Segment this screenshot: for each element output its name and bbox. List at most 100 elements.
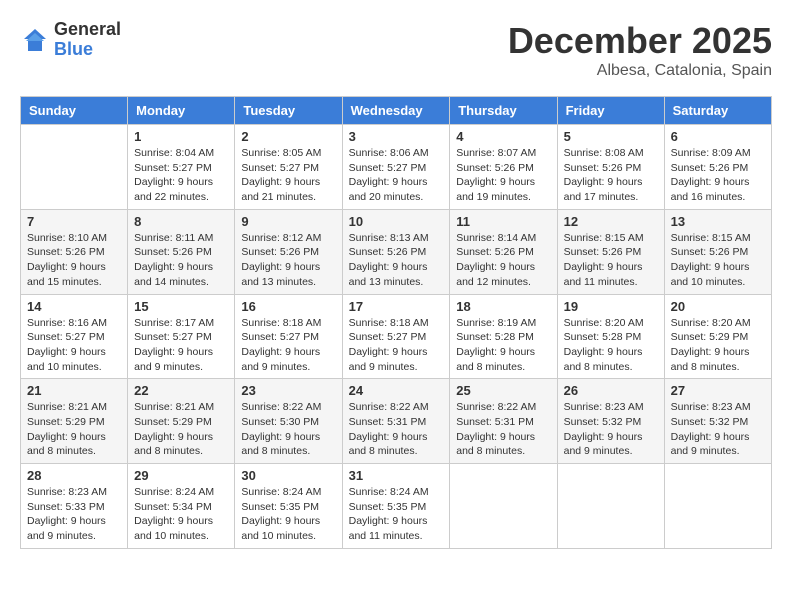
calendar-cell: 3 Sunrise: 8:06 AM Sunset: 5:27 PM Daylig… <box>342 125 450 210</box>
day-number: 11 <box>456 214 550 229</box>
day-number: 17 <box>349 299 444 314</box>
logo-blue-label: Blue <box>54 40 121 60</box>
calendar-cell: 8Sunrise: 8:11 AM Sunset: 5:26 PM Daylig… <box>128 209 235 294</box>
day-info: Sunrise: 8:09 AM Sunset: 5:26 PM Dayligh… <box>671 146 765 205</box>
day-number: 15 <box>134 299 228 314</box>
day-info: Sunrise: 8:22 AM Sunset: 5:31 PM Dayligh… <box>349 400 444 459</box>
day-number: 27 <box>671 383 765 398</box>
day-number: 18 <box>456 299 550 314</box>
calendar-cell: 1Sunrise: 8:04 AM Sunset: 5:27 PM Daylig… <box>128 125 235 210</box>
day-info: Sunrise: 8:15 AM Sunset: 5:26 PM Dayligh… <box>564 231 658 290</box>
weekday-header-row: SundayMondayTuesdayWednesdayThursdayFrid… <box>21 97 772 125</box>
day-number: 24 <box>349 383 444 398</box>
page-header: General Blue December 2025 Albesa, Catal… <box>20 20 772 80</box>
calendar-cell: 28 Sunrise: 8:23 AM Sunset: 5:33 PM Dayli… <box>21 464 128 549</box>
day-number: 13 <box>671 214 765 229</box>
day-number: 10 <box>349 214 444 229</box>
calendar-week-4: 21 Sunrise: 8:21 AM Sunset: 5:29 PM Dayli… <box>21 379 772 464</box>
calendar-cell: 5 Sunrise: 8:08 AM Sunset: 5:26 PM Daylig… <box>557 125 664 210</box>
day-info: Sunrise: 8:05 AM Sunset: 5:27 PM Dayligh… <box>241 146 335 205</box>
calendar-cell: 2 Sunrise: 8:05 AM Sunset: 5:27 PM Daylig… <box>235 125 342 210</box>
calendar-cell: 4 Sunrise: 8:07 AM Sunset: 5:26 PM Daylig… <box>450 125 557 210</box>
day-number: 7 <box>27 214 121 229</box>
calendar-week-5: 28 Sunrise: 8:23 AM Sunset: 5:33 PM Dayli… <box>21 464 772 549</box>
day-info: Sunrise: 8:22 AM Sunset: 5:30 PM Dayligh… <box>241 400 335 459</box>
day-info: Sunrise: 8:19 AM Sunset: 5:28 PM Dayligh… <box>456 316 550 375</box>
calendar-cell: 21 Sunrise: 8:21 AM Sunset: 5:29 PM Dayli… <box>21 379 128 464</box>
day-info: Sunrise: 8:12 AM Sunset: 5:26 PM Dayligh… <box>241 231 335 290</box>
day-number: 2 <box>241 129 335 144</box>
day-info: Sunrise: 8:08 AM Sunset: 5:26 PM Dayligh… <box>564 146 658 205</box>
day-number: 22 <box>134 383 228 398</box>
day-info: Sunrise: 8:18 AM Sunset: 5:27 PM Dayligh… <box>241 316 335 375</box>
day-number: 28 <box>27 468 121 483</box>
weekday-header-saturday: Saturday <box>664 97 771 125</box>
weekday-header-thursday: Thursday <box>450 97 557 125</box>
day-info: Sunrise: 8:06 AM Sunset: 5:27 PM Dayligh… <box>349 146 444 205</box>
calendar-cell: 10 Sunrise: 8:13 AM Sunset: 5:26 PM Dayli… <box>342 209 450 294</box>
weekday-header-wednesday: Wednesday <box>342 97 450 125</box>
calendar-cell: 31Sunrise: 8:24 AM Sunset: 5:35 PM Dayli… <box>342 464 450 549</box>
day-number: 3 <box>349 129 444 144</box>
day-info: Sunrise: 8:23 AM Sunset: 5:33 PM Dayligh… <box>27 485 121 544</box>
day-number: 12 <box>564 214 658 229</box>
calendar-cell <box>557 464 664 549</box>
calendar-week-1: 1Sunrise: 8:04 AM Sunset: 5:27 PM Daylig… <box>21 125 772 210</box>
day-number: 20 <box>671 299 765 314</box>
day-info: Sunrise: 8:24 AM Sunset: 5:35 PM Dayligh… <box>241 485 335 544</box>
calendar-cell: 12 Sunrise: 8:15 AM Sunset: 5:26 PM Dayli… <box>557 209 664 294</box>
day-info: Sunrise: 8:21 AM Sunset: 5:29 PM Dayligh… <box>134 400 228 459</box>
day-number: 31 <box>349 468 444 483</box>
day-info: Sunrise: 8:14 AM Sunset: 5:26 PM Dayligh… <box>456 231 550 290</box>
calendar-table: SundayMondayTuesdayWednesdayThursdayFrid… <box>20 96 772 549</box>
month-title: December 2025 <box>508 20 772 62</box>
title-block: December 2025 Albesa, Catalonia, Spain <box>508 20 772 80</box>
day-number: 26 <box>564 383 658 398</box>
day-number: 30 <box>241 468 335 483</box>
day-info: Sunrise: 8:20 AM Sunset: 5:29 PM Dayligh… <box>671 316 765 375</box>
day-info: Sunrise: 8:22 AM Sunset: 5:31 PM Dayligh… <box>456 400 550 459</box>
weekday-header-monday: Monday <box>128 97 235 125</box>
calendar-body: 1Sunrise: 8:04 AM Sunset: 5:27 PM Daylig… <box>21 125 772 549</box>
calendar-cell: 30 Sunrise: 8:24 AM Sunset: 5:35 PM Dayli… <box>235 464 342 549</box>
day-number: 29 <box>134 468 228 483</box>
day-info: Sunrise: 8:23 AM Sunset: 5:32 PM Dayligh… <box>564 400 658 459</box>
logo-general-label: General <box>54 20 121 40</box>
day-number: 4 <box>456 129 550 144</box>
calendar-cell: 23 Sunrise: 8:22 AM Sunset: 5:30 PM Dayli… <box>235 379 342 464</box>
day-info: Sunrise: 8:23 AM Sunset: 5:32 PM Dayligh… <box>671 400 765 459</box>
calendar-cell: 19 Sunrise: 8:20 AM Sunset: 5:28 PM Dayli… <box>557 294 664 379</box>
calendar-cell: 9 Sunrise: 8:12 AM Sunset: 5:26 PM Daylig… <box>235 209 342 294</box>
logo-text: General Blue <box>54 20 121 60</box>
day-info: Sunrise: 8:17 AM Sunset: 5:27 PM Dayligh… <box>134 316 228 375</box>
day-number: 19 <box>564 299 658 314</box>
day-number: 5 <box>564 129 658 144</box>
day-info: Sunrise: 8:11 AM Sunset: 5:26 PM Dayligh… <box>134 231 228 290</box>
calendar-week-3: 14Sunrise: 8:16 AM Sunset: 5:27 PM Dayli… <box>21 294 772 379</box>
calendar-cell: 16Sunrise: 8:18 AM Sunset: 5:27 PM Dayli… <box>235 294 342 379</box>
calendar-cell: 15 Sunrise: 8:17 AM Sunset: 5:27 PM Dayli… <box>128 294 235 379</box>
calendar-cell: 20 Sunrise: 8:20 AM Sunset: 5:29 PM Dayli… <box>664 294 771 379</box>
logo: General Blue <box>20 20 121 60</box>
calendar-cell <box>21 125 128 210</box>
day-info: Sunrise: 8:13 AM Sunset: 5:26 PM Dayligh… <box>349 231 444 290</box>
day-number: 9 <box>241 214 335 229</box>
location: Albesa, Catalonia, Spain <box>508 62 772 80</box>
calendar-cell: 22 Sunrise: 8:21 AM Sunset: 5:29 PM Dayli… <box>128 379 235 464</box>
day-info: Sunrise: 8:15 AM Sunset: 5:26 PM Dayligh… <box>671 231 765 290</box>
calendar-week-2: 7Sunrise: 8:10 AM Sunset: 5:26 PM Daylig… <box>21 209 772 294</box>
day-info: Sunrise: 8:07 AM Sunset: 5:26 PM Dayligh… <box>456 146 550 205</box>
day-info: Sunrise: 8:20 AM Sunset: 5:28 PM Dayligh… <box>564 316 658 375</box>
day-number: 21 <box>27 383 121 398</box>
calendar-cell <box>450 464 557 549</box>
calendar-cell: 25Sunrise: 8:22 AM Sunset: 5:31 PM Dayli… <box>450 379 557 464</box>
calendar-cell: 29 Sunrise: 8:24 AM Sunset: 5:34 PM Dayli… <box>128 464 235 549</box>
day-number: 23 <box>241 383 335 398</box>
day-info: Sunrise: 8:24 AM Sunset: 5:34 PM Dayligh… <box>134 485 228 544</box>
calendar-cell: 6Sunrise: 8:09 AM Sunset: 5:26 PM Daylig… <box>664 125 771 210</box>
weekday-header-tuesday: Tuesday <box>235 97 342 125</box>
day-info: Sunrise: 8:21 AM Sunset: 5:29 PM Dayligh… <box>27 400 121 459</box>
calendar-cell: 27 Sunrise: 8:23 AM Sunset: 5:32 PM Dayli… <box>664 379 771 464</box>
weekday-header-sunday: Sunday <box>21 97 128 125</box>
day-number: 1 <box>134 129 228 144</box>
